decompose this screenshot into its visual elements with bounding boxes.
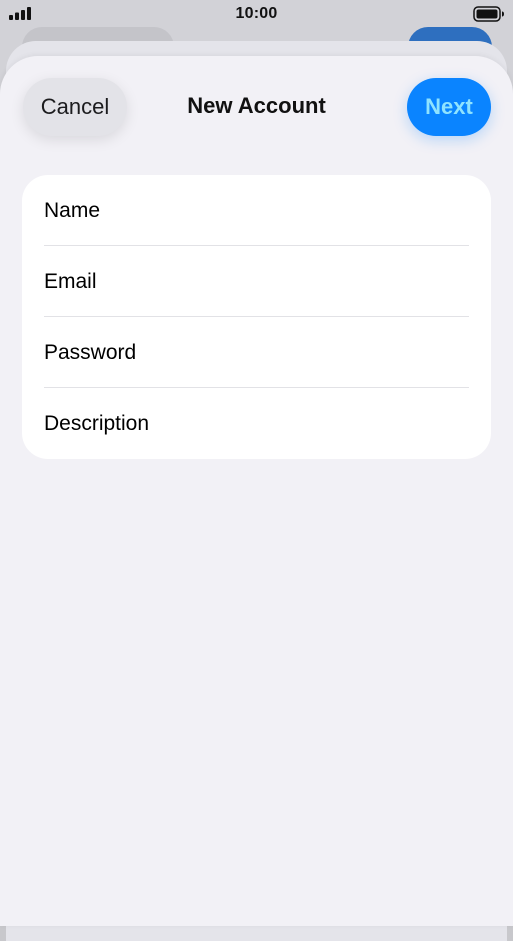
- email-field[interactable]: [44, 246, 469, 317]
- password-row: [22, 317, 491, 388]
- battery-full-icon: [473, 6, 504, 22]
- status-time: 10:00: [235, 5, 278, 22]
- email-row: [22, 246, 491, 317]
- status-bar: 10:00: [0, 0, 513, 30]
- description-row: [22, 388, 491, 459]
- navigation-bar: Cancel New Account Next: [0, 56, 513, 160]
- next-button[interactable]: Next: [407, 78, 491, 136]
- name-field[interactable]: [44, 175, 469, 246]
- password-field[interactable]: [44, 317, 469, 388]
- description-field[interactable]: [44, 388, 469, 459]
- name-row: [22, 175, 491, 246]
- account-form: [22, 175, 491, 459]
- new-account-sheet: Cancel New Account Next: [0, 56, 513, 926]
